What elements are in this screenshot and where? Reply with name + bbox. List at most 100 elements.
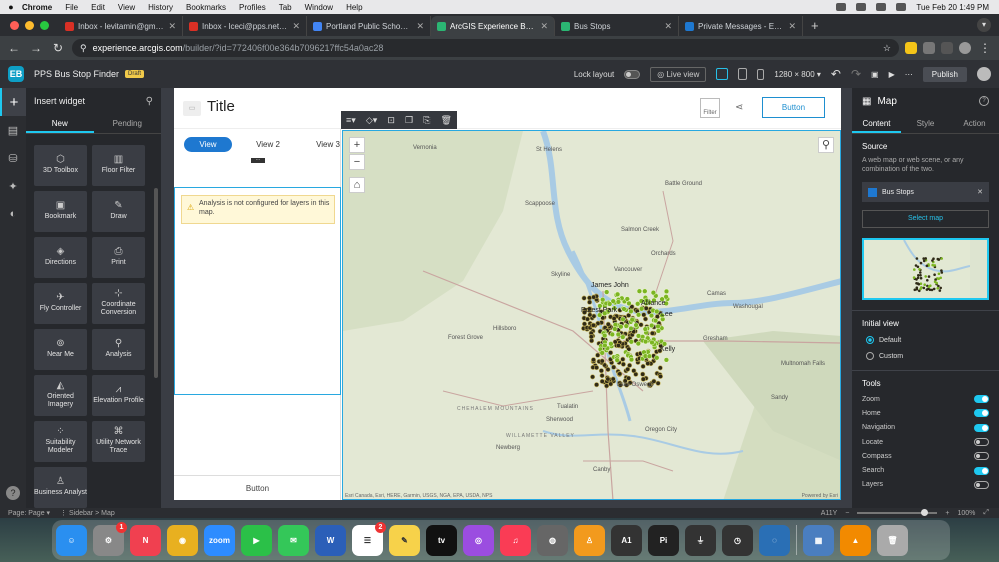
menu-view[interactable]: View <box>118 3 135 12</box>
close-tab-icon[interactable]: ✕ <box>540 21 548 32</box>
side-panel-icon[interactable] <box>941 42 953 54</box>
widget-card-coordinate-conversion[interactable]: ⊹ Coordinate Conversion <box>92 283 145 324</box>
page-icon[interactable]: ▤ <box>0 116 26 144</box>
browser-tab[interactable]: Inbox - lceci@pps.net - Portl ✕ <box>183 16 307 36</box>
sidebar-button[interactable]: Button <box>174 475 341 500</box>
powered-by-esri[interactable]: Powered by Esri <box>802 493 838 499</box>
layers-icon[interactable]: ◇▾ <box>366 115 377 126</box>
remove-source-icon[interactable]: ✕ <box>977 188 983 196</box>
battery-icon[interactable] <box>876 3 887 11</box>
preview-icon[interactable]: ▦ <box>803 524 834 556</box>
page-title[interactable]: Title <box>207 98 235 115</box>
zoom-out-icon[interactable]: − <box>349 154 365 170</box>
preview-icon[interactable]: ▶ <box>889 70 895 79</box>
menu-help[interactable]: Help <box>346 3 362 12</box>
align-icon[interactable]: ≡▾ <box>346 115 356 126</box>
browser-tab[interactable]: Portland Public Schools - Cal ✕ <box>307 16 431 36</box>
user-avatar[interactable] <box>977 67 991 81</box>
extension-icon[interactable] <box>905 42 917 54</box>
widget-card-oriented-imagery[interactable]: ◭ Oriented Imagery <box>34 375 87 416</box>
widget-card-directions[interactable]: ◈ Directions <box>34 237 87 278</box>
insert-widget-icon[interactable]: + <box>0 88 26 116</box>
panel-scrollbar[interactable] <box>154 188 158 378</box>
live-view-button[interactable]: ◎ Live view <box>650 66 707 82</box>
section-handle-icon[interactable]: ··· <box>251 158 265 163</box>
map-basemap[interactable] <box>343 131 841 500</box>
menu-window[interactable]: Window <box>305 3 333 12</box>
resolution-dropdown[interactable]: 1280 × 800 ▾ <box>774 70 821 79</box>
instruments-icon[interactable]: ⏚ <box>685 524 716 556</box>
desktop-device-icon[interactable] <box>716 68 729 80</box>
browser-tab[interactable]: Inbox - levitamin@gmail.com ✕ <box>59 16 183 36</box>
tab-action[interactable]: Action <box>950 114 999 133</box>
delete-icon[interactable]: 🗑 <box>440 115 451 126</box>
redo-icon[interactable]: ↷ <box>851 67 861 81</box>
breadcrumb-map[interactable]: Map <box>101 510 115 517</box>
tab-content[interactable]: Content <box>852 114 901 133</box>
phone-device-icon[interactable] <box>757 68 765 80</box>
map-thumbnail[interactable] <box>862 238 989 300</box>
minimize-window-button[interactable] <box>25 20 34 30</box>
lock-layout-toggle[interactable] <box>624 69 641 79</box>
initial-view-default-option[interactable]: Default <box>852 328 999 344</box>
menu-bookmarks[interactable]: Bookmarks <box>186 3 226 12</box>
page-header[interactable]: ▭ Title Filter ⋖ Button <box>174 88 841 129</box>
widget-card-floor-filter[interactable]: ▥ Floor Filter <box>92 145 145 186</box>
menu-edit[interactable]: Edit <box>91 3 105 12</box>
tool-toggle-navigation[interactable] <box>974 423 989 432</box>
close-tab-icon[interactable]: ✕ <box>664 21 672 32</box>
radio-default[interactable] <box>866 336 874 344</box>
widget-card-bookmark[interactable]: ▣ Bookmark <box>34 191 87 232</box>
messages-icon[interactable]: ✉ <box>278 524 309 556</box>
new-tab-button[interactable]: + <box>803 16 827 36</box>
share-icon[interactable]: ⋖ <box>735 102 743 113</box>
view-tab-2[interactable]: View 2 <box>244 137 292 152</box>
help-icon[interactable]: ? <box>979 96 989 106</box>
close-tab-icon[interactable]: ✕ <box>416 21 424 32</box>
initial-view-custom-option[interactable]: Custom <box>852 344 999 360</box>
reload-icon[interactable]: ↻ <box>50 41 66 55</box>
fit-icon[interactable]: ⤢ <box>983 509 989 517</box>
podcasts-icon[interactable]: ◎ <box>463 524 494 556</box>
close-tab-icon[interactable]: ✕ <box>788 21 796 32</box>
undo-icon[interactable]: ↶ <box>831 67 841 81</box>
word-icon[interactable]: W <box>315 524 346 556</box>
a11y-label[interactable]: A11Y <box>821 510 838 517</box>
widget-card-draw[interactable]: ✎ Draw <box>92 191 145 232</box>
widget-card-suitability-modeler[interactable]: ⁘ Suitability Modeler <box>34 421 87 462</box>
breadcrumb-sidebar[interactable]: Sidebar <box>69 510 93 517</box>
widget-card-elevation-profile[interactable]: ⩘ Elevation Profile <box>92 375 145 416</box>
cloud-icon[interactable] <box>836 3 847 11</box>
control-center-icon[interactable] <box>896 3 907 11</box>
facetime-icon[interactable]: ▶ <box>241 524 272 556</box>
finder-icon[interactable]: ☺ <box>56 524 87 556</box>
wifi-icon[interactable] <box>856 3 867 11</box>
tool-toggle-compass[interactable] <box>974 452 989 461</box>
zoom-icon[interactable]: zoom <box>204 524 235 556</box>
menu-history[interactable]: History <box>148 3 173 12</box>
copy-icon[interactable]: ⎘ <box>423 115 430 126</box>
vlc-icon[interactable]: ▲ <box>840 524 871 556</box>
music-icon[interactable]: ♫ <box>500 524 531 556</box>
back-icon[interactable]: ← <box>6 41 22 55</box>
select-map-button[interactable]: Select map <box>862 210 989 228</box>
browser-tab[interactable]: Private Messages - Esri Comm ✕ <box>679 16 803 36</box>
tool-toggle-zoom[interactable] <box>974 395 989 404</box>
publish-button[interactable]: Publish <box>922 66 967 82</box>
reminders-icon[interactable]: ☰ 2 <box>352 521 386 556</box>
safari-tool-icon[interactable]: ◌ <box>759 524 790 556</box>
save-icon[interactable]: ▣ <box>871 70 879 79</box>
logo-placeholder-icon[interactable]: ▭ <box>183 101 201 116</box>
menu-tab[interactable]: Tab <box>279 3 292 12</box>
tab-style[interactable]: Style <box>901 114 950 133</box>
sidebar-section[interactable]: View View 2 View 3 ··· ⚠ Analysis is not… <box>174 129 341 500</box>
widget-card-analysis[interactable]: ⚲ Analysis <box>92 329 145 370</box>
news-icon[interactable]: N <box>130 524 161 556</box>
zoom-value[interactable]: 100% <box>957 510 975 517</box>
map-widget[interactable]: Vernonia St Helens Battle Ground Scappoose S… <box>342 130 841 500</box>
settings-widget-name[interactable]: Map <box>877 96 896 107</box>
theme-icon[interactable]: ◐ <box>0 200 26 228</box>
header-button[interactable]: Button <box>762 97 825 118</box>
menu-app[interactable]: Chrome <box>22 3 52 12</box>
search-icon[interactable]: ⚲ <box>146 96 153 107</box>
